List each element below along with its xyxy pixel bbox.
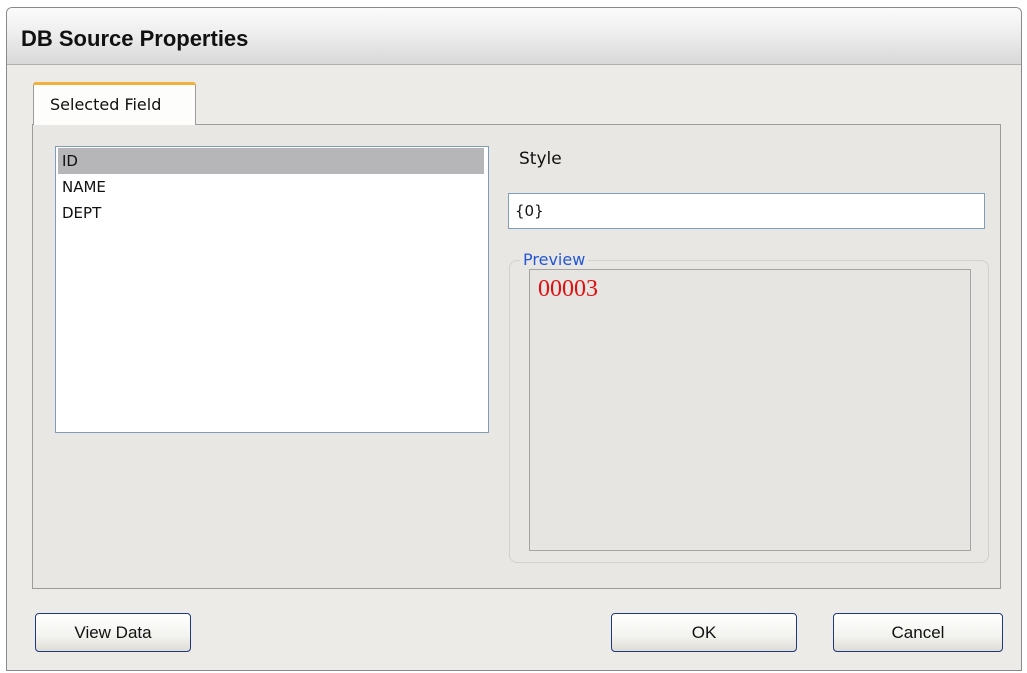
cancel-button[interactable]: Cancel [833, 613, 1003, 652]
dialog-window: DB Source Properties Selected Field ID N… [6, 7, 1022, 671]
list-item[interactable]: NAME [58, 174, 484, 200]
view-data-button[interactable]: View Data [35, 613, 191, 652]
field-listbox[interactable]: ID NAME DEPT [55, 146, 489, 433]
dialog-title: DB Source Properties [21, 26, 249, 51]
style-input[interactable] [508, 193, 985, 229]
list-item[interactable]: DEPT [58, 200, 484, 226]
title-bar[interactable]: DB Source Properties [7, 8, 1021, 65]
tab-selected-field[interactable]: Selected Field [33, 82, 196, 125]
preview-group: Preview 00003 [509, 250, 989, 563]
tab-panel: ID NAME DEPT Style Preview 00003 [32, 124, 1001, 589]
preview-area: 00003 [529, 269, 971, 551]
tab-label: Selected Field [50, 95, 162, 114]
preview-legend: Preview [520, 250, 589, 269]
ok-button[interactable]: OK [611, 613, 797, 652]
list-item[interactable]: ID [58, 148, 484, 174]
style-label: Style [519, 149, 562, 169]
preview-value: 00003 [538, 276, 598, 302]
